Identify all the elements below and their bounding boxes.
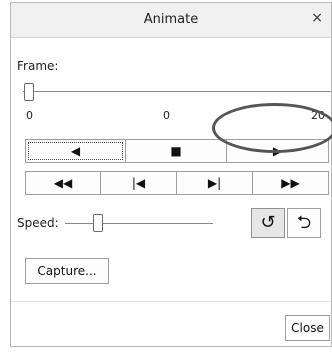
play-forward-button[interactable]: ▶ [226, 139, 329, 163]
bounce-button[interactable]: ⮌ [287, 208, 321, 238]
play-backward-button[interactable]: ◀ [25, 139, 126, 163]
double-left-icon: ◀◀ [53, 176, 73, 190]
speed-slider-track[interactable] [65, 223, 213, 224]
frame-min-label: 0 [26, 109, 33, 122]
frame-current-label: 0 [163, 109, 170, 122]
speed-slider-thumb[interactable] [92, 214, 103, 232]
close-button[interactable]: Close [285, 315, 330, 341]
bounce-arrow-icon: ⮌ [296, 212, 312, 233]
dialog-title: Animate [143, 12, 199, 27]
frame-max-label: 20 [311, 109, 325, 122]
triangle-left-icon: ◀ [70, 144, 81, 158]
close-icon[interactable]: × [311, 11, 323, 25]
frame-label: Frame: [17, 59, 59, 73]
step-back-button[interactable]: |◀ [100, 171, 177, 195]
rewind-button[interactable]: ◀◀ [25, 171, 101, 195]
step-forward-button[interactable]: ▶| [176, 171, 253, 195]
loop-button[interactable]: ↺ [251, 208, 285, 238]
footer-divider [11, 301, 331, 302]
title-bar: Animate × [11, 3, 331, 38]
square-icon: ■ [170, 144, 182, 158]
double-right-icon: ▶▶ [281, 176, 300, 190]
frame-slider-thumb[interactable] [24, 83, 34, 101]
capture-button[interactable]: Capture... [25, 258, 109, 284]
frame-slider-track[interactable] [23, 91, 331, 92]
step-forward-icon: ▶| [207, 176, 222, 190]
loop-arrow-icon: ↺ [260, 212, 276, 233]
fast-forward-button[interactable]: ▶▶ [252, 171, 329, 195]
step-back-icon: |◀ [131, 176, 146, 190]
animate-dialog: Animate × Frame: 0 0 20 ◀ ■ ▶ ◀◀ |◀ ▶| ▶… [10, 2, 332, 347]
triangle-right-icon: ▶ [272, 144, 283, 158]
stop-button[interactable]: ■ [125, 139, 227, 163]
speed-label: Speed: [17, 216, 59, 230]
